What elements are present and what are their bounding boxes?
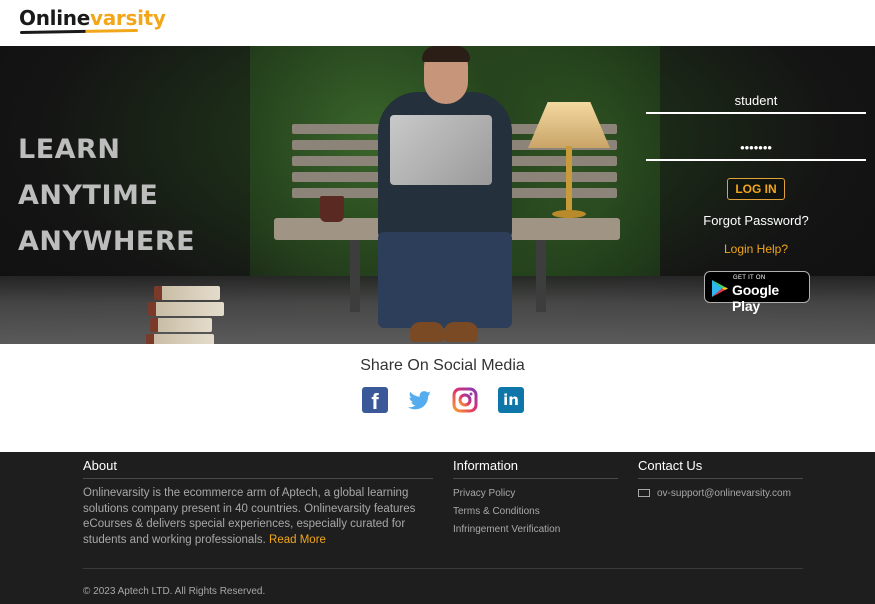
footer-divider — [638, 478, 803, 479]
person-hair — [422, 46, 470, 62]
login-help-link[interactable]: Login Help? — [646, 242, 866, 256]
google-play-big-text: Google Play — [732, 282, 780, 314]
tagline-line-3: ANYWHERE — [18, 226, 196, 257]
onlinevarsity-logo[interactable]: Onlinevarsity — [19, 6, 166, 30]
footer-divider — [83, 478, 433, 479]
read-more-link[interactable]: Read More — [269, 534, 326, 546]
username-field[interactable]: student — [646, 88, 866, 114]
hero-banner: LEARN ANYTIME ANYWHERE student ••••••• L… — [0, 46, 875, 344]
tagline-line-2: ANYTIME — [18, 180, 159, 211]
instagram-icon[interactable] — [452, 387, 478, 413]
logo-text-varsity: varsity — [89, 6, 166, 30]
mail-icon — [638, 489, 650, 497]
google-play-small-text: GET IT ON — [733, 275, 766, 281]
person-legs — [378, 232, 512, 328]
contact-email[interactable]: ov-support@onlinevarsity.com — [638, 488, 791, 499]
book — [148, 302, 224, 316]
book — [154, 286, 220, 300]
footer-about-heading: About — [83, 458, 117, 473]
footer-about-text: Onlinevarsity is the ecommerce arm of Ap… — [83, 486, 438, 548]
bench-leg — [350, 240, 360, 312]
shoe — [444, 322, 478, 342]
google-play-icon — [712, 280, 728, 297]
lamp-stem — [566, 146, 572, 210]
social-title: Share On Social Media — [360, 357, 525, 374]
terms-conditions-link[interactable]: Terms & Conditions — [453, 506, 540, 517]
shoe — [410, 322, 444, 342]
book — [150, 318, 212, 332]
laptop-image — [390, 115, 492, 185]
privacy-policy-link[interactable]: Privacy Policy — [453, 488, 515, 499]
password-field[interactable]: ••••••• — [646, 135, 866, 161]
footer-information-heading: Information — [453, 458, 519, 473]
twitter-icon[interactable] — [407, 387, 433, 413]
coffee-cup — [320, 196, 344, 222]
facebook-icon[interactable]: f — [362, 387, 388, 414]
login-button[interactable]: LOG IN — [727, 178, 785, 200]
forgot-password-link[interactable]: Forgot Password? — [646, 213, 866, 228]
book — [146, 334, 214, 344]
site-footer: About Onlinevarsity is the ecommerce arm… — [0, 452, 875, 604]
copyright-text: © 2023 Aptech LTD. All Rights Reserved. — [83, 586, 266, 597]
bench-leg — [536, 240, 546, 312]
footer-bottom-divider — [83, 568, 803, 569]
tagline-line-1: LEARN — [18, 134, 121, 165]
linkedin-icon[interactable]: in — [498, 387, 524, 413]
logo-text-online: Online — [19, 6, 90, 30]
lamp-base — [552, 210, 586, 218]
site-header: Onlinevarsity — [0, 0, 875, 46]
infringement-verification-link[interactable]: Infringement Verification — [453, 524, 560, 535]
contact-email-text: ov-support@onlinevarsity.com — [657, 488, 791, 499]
google-play-badge[interactable]: GET IT ON Google Play — [704, 271, 810, 314]
footer-divider — [453, 478, 618, 479]
logo-underline — [19, 28, 139, 35]
footer-contact-heading: Contact Us — [638, 458, 703, 473]
about-paragraph: Onlinevarsity is the ecommerce arm of Ap… — [83, 487, 416, 546]
